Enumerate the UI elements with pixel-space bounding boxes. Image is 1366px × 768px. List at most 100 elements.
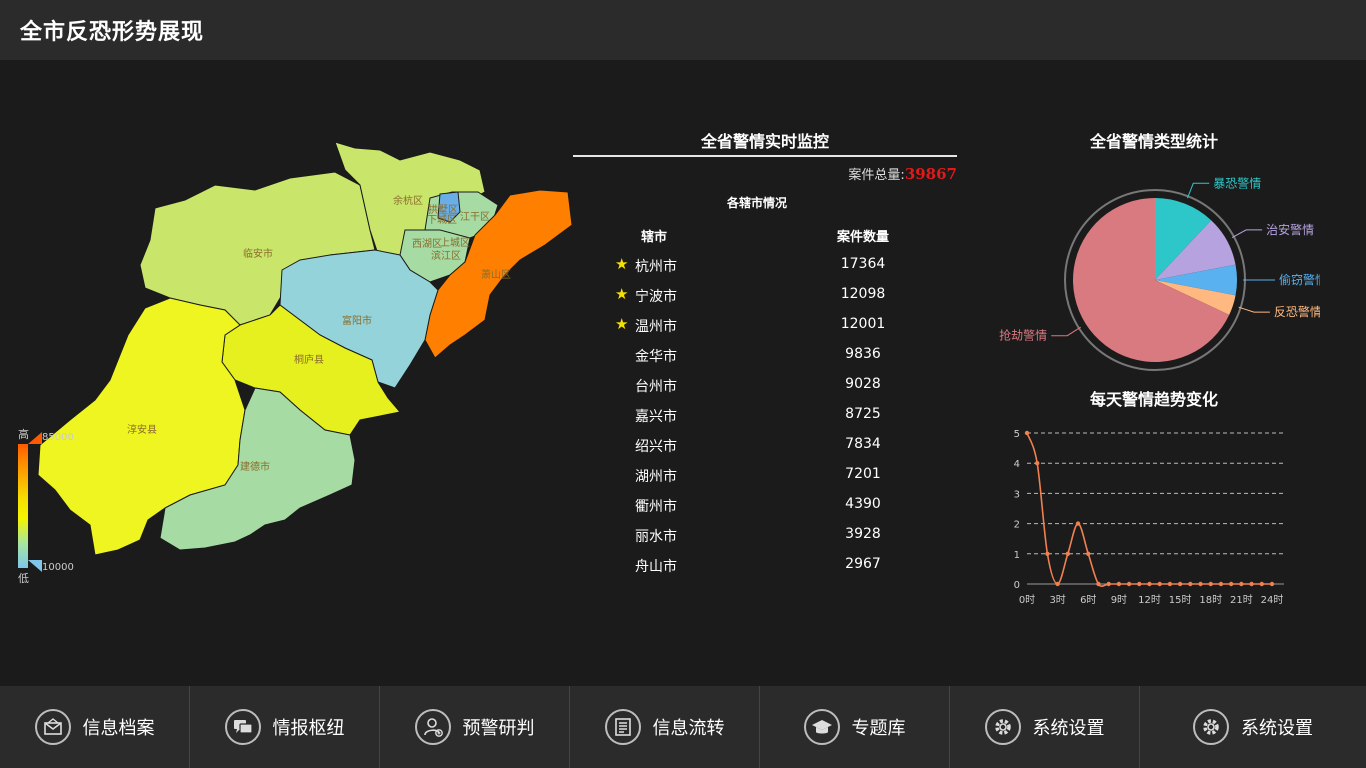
map-label-xiaoshan: 萧山区 [481,269,511,281]
star-icon: ★ [615,315,629,333]
data-point[interactable] [1045,551,1050,556]
data-point[interactable] [1208,581,1213,587]
x-tick-label: 3时 [1049,594,1065,606]
data-point[interactable] [1086,551,1091,556]
data-point[interactable] [1218,581,1224,587]
data-point[interactable] [1228,581,1234,587]
table-row[interactable]: 舟山市 2967 [573,550,957,580]
col-count-header: 案件数量 [836,230,889,245]
gear-icon [1193,709,1229,745]
table-row[interactable]: 金华市 9836 [573,340,957,370]
data-point[interactable] [1096,581,1101,587]
nav-item-info-flow[interactable]: 信息流转 [570,686,760,768]
nav-label: 专题库 [851,718,906,739]
legend-max-handle[interactable] [28,432,42,444]
bottom-nav: 信息档案 情报枢纽 预警研判 信息流转 专题库 系统设置 系统设置 [0,686,1366,768]
table-row[interactable]: ★ 杭州市 17364 [573,250,957,280]
x-tick-label: 9时 [1111,594,1127,606]
nav-item-info-archive[interactable]: 信息档案 [0,686,190,768]
y-tick-label: 3 [1014,489,1020,500]
table-row[interactable]: 湖州市 7201 [573,460,957,490]
table-row[interactable]: 台州市 9028 [573,370,957,400]
nav-item-intel-hub[interactable]: 情报枢纽 [190,686,380,768]
user-add-icon [414,709,451,745]
city-name: 舟山市 [635,559,677,575]
data-point[interactable] [1065,551,1071,556]
table-header: 辖市 案件数量 [573,220,957,250]
table-row[interactable]: ★ 宁波市 12098 [573,280,957,310]
data-point[interactable] [1269,581,1275,587]
data-point[interactable] [1157,581,1162,587]
x-tick-label: 15时 [1169,594,1192,606]
data-point[interactable] [1167,581,1173,587]
city-table: 辖市 案件数量 ★ 杭州市 17364 ★ 宁波市 12098 ★ 温州市 12001 金华市 98… [573,220,957,580]
data-point[interactable] [1177,581,1183,587]
nav-item-alert-analysis[interactable]: 预警研判 [380,686,570,768]
city-name: 杭州市 [635,259,677,275]
case-count: 3928 [845,526,881,542]
map-label-xihu: 西湖区 [412,238,442,250]
table-row[interactable]: 丽水市 3928 [573,520,957,550]
total-cases: 案件总量:39867 [848,164,957,183]
monitor-panel: 全省警情实时监控 案件总量:39867 各辖市情况 辖市 案件数量 ★ 杭州市 17… [573,120,957,590]
map-label-jianggan: 江干区 [460,211,490,223]
x-tick-label: 18时 [1199,594,1222,606]
legend-min-value: 10000 [42,562,74,573]
nav-label: 情报枢纽 [272,718,345,739]
map-label-fuyang: 富阳市 [342,314,372,327]
case-count: 17364 [840,256,886,272]
table-row[interactable]: ★ 温州市 12001 [573,310,957,340]
pie-label-line [1231,229,1263,239]
nav-item-topic-library[interactable]: 专题库 [760,686,950,768]
graduation-cap-icon [803,709,840,745]
nav-item-settings[interactable]: 系统设置 [950,686,1140,768]
data-point[interactable] [1137,581,1142,587]
nav-label: 信息流转 [652,718,725,739]
pie-label-line [1238,306,1270,313]
data-point[interactable] [1126,581,1132,587]
nav-item-settings-2[interactable]: 系统设置 [1140,686,1366,768]
pie-chart-title: 全省警情类型统计 [1089,132,1218,151]
city-name: 台州市 [635,379,677,395]
data-point[interactable] [1035,461,1040,466]
data-point[interactable] [1249,581,1254,587]
data-point[interactable] [1188,581,1193,587]
data-point[interactable] [1239,581,1244,587]
data-point[interactable] [1147,581,1152,587]
pie-slice-label: 偷窃警情 [1279,272,1320,287]
total-value: 39867 [904,165,957,183]
data-point[interactable] [1024,430,1030,436]
data-point[interactable] [1259,581,1264,587]
city-name: 金华市 [635,349,677,365]
total-label: 案件总量: [848,168,905,183]
x-tick-label: 12时 [1138,594,1161,606]
data-point[interactable] [1106,581,1111,587]
city-name: 湖州市 [635,469,677,485]
case-count: 12001 [840,316,886,332]
data-point[interactable] [1116,581,1122,587]
table-row[interactable]: 绍兴市 7834 [573,430,957,460]
pie-slice-label: 抢劫警情 [999,328,1047,343]
nav-label: 系统设置 [1032,718,1105,739]
map-label-chunan: 淳安县 [127,423,157,436]
map-label-yuhang: 余杭区 [393,194,423,207]
legend-gradient-bar [18,444,28,568]
table-row[interactable]: 衢州市 4390 [573,490,957,520]
monitor-divider [573,155,957,157]
star-icon: ★ [615,255,629,273]
dashboard: 全市反恐形势展现 余杭区 拱墅区 下城区 江干区 西湖区 上城区 滨江区 萧山区… [0,0,1366,768]
case-count: 9836 [845,346,881,362]
data-point[interactable] [1198,581,1203,587]
case-count: 8725 [845,406,881,422]
case-count: 7201 [845,466,881,482]
data-point[interactable] [1055,581,1060,587]
city-name: 衢州市 [635,499,677,515]
data-point[interactable] [1075,521,1081,526]
gear-icon [984,709,1021,745]
line-chart: 0 1 2 3 4 5 0时 3时 6时 9时 12时 15时 18时 21时 24时 [1000,418,1310,618]
legend-min-handle[interactable] [28,560,42,572]
map-label-xiacheng: 下城区 [427,214,457,226]
table-row[interactable]: 嘉兴市 8725 [573,400,957,430]
page-title: 全市反恐形势展现 [20,20,205,45]
case-count: 9028 [845,376,881,392]
